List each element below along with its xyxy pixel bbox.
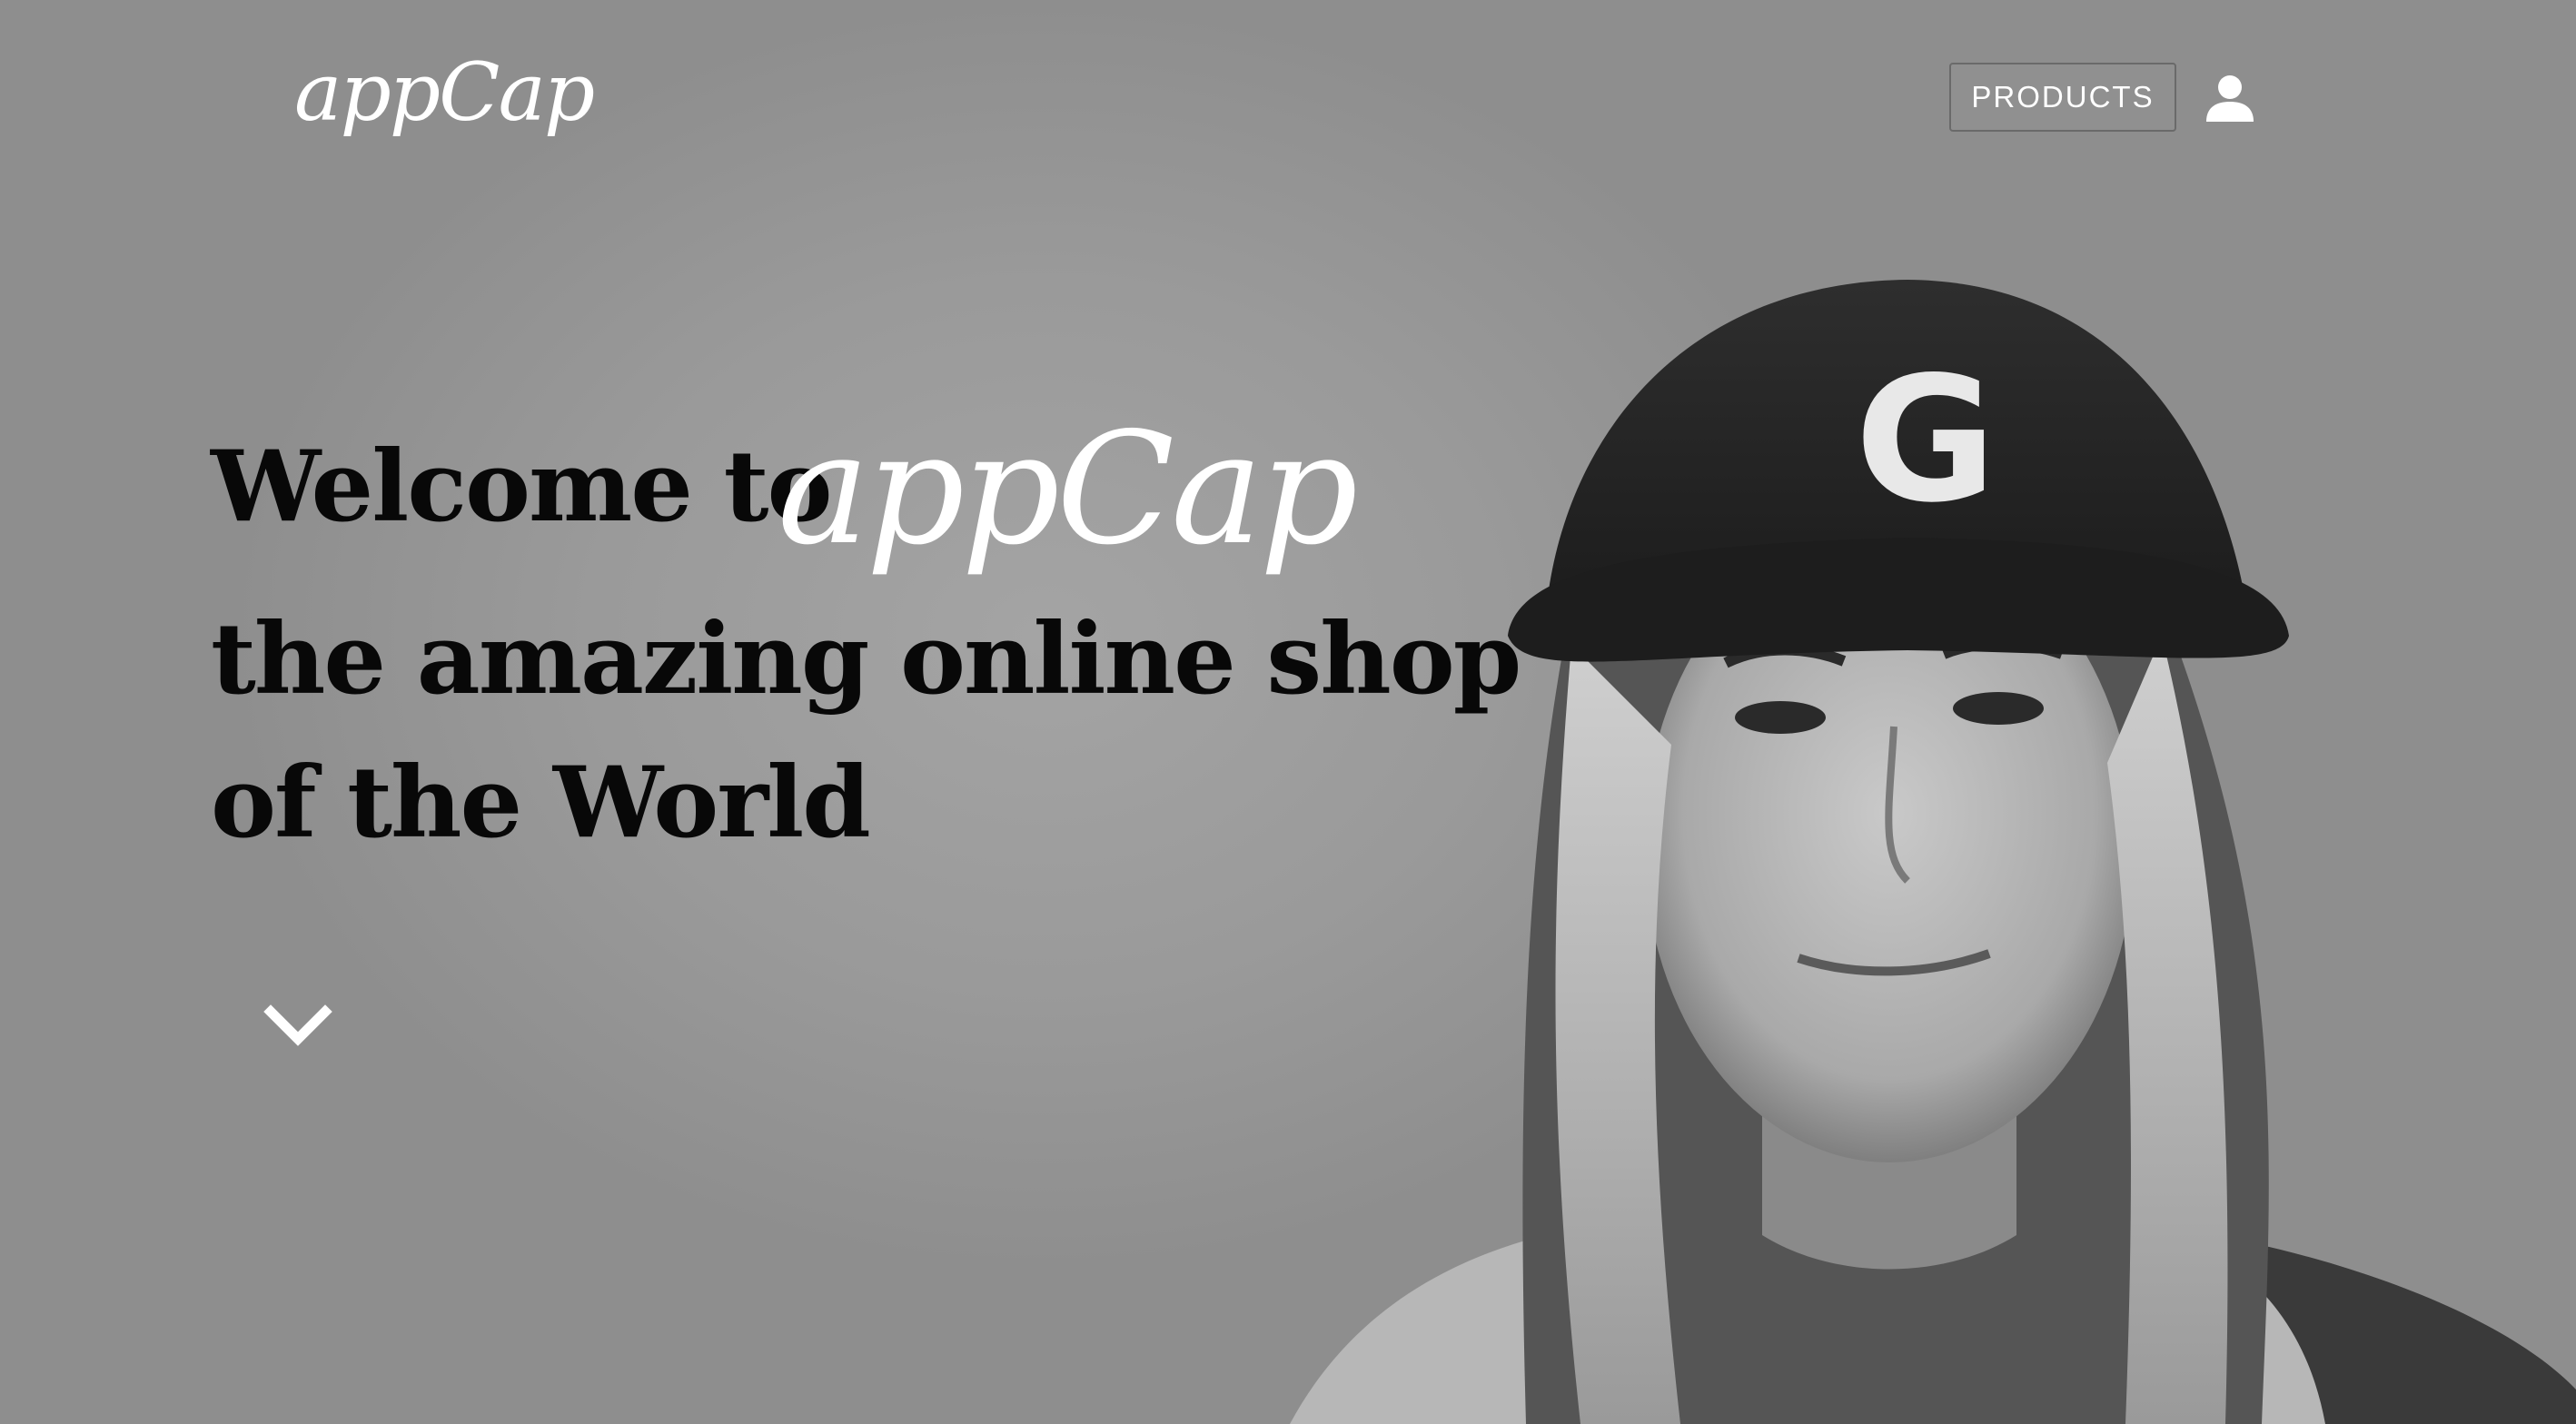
user-icon[interactable]	[2204, 73, 2256, 124]
cap-letter: G	[1855, 340, 1996, 540]
logo[interactable]: appCap	[294, 53, 595, 133]
user-icon-graphic	[2206, 75, 2254, 122]
hero-portrait-image: G	[1290, 280, 2576, 1424]
products-button[interactable]: PRODUCTS	[1949, 63, 2176, 132]
chevron-down-icon-graphic	[263, 1004, 332, 1046]
chevron-down-icon[interactable]	[263, 1004, 332, 1050]
products-button-label: PRODUCTS	[1971, 80, 2155, 114]
hero-brand-script: appCap	[778, 400, 1358, 579]
hero-heading-line-3: of the World	[211, 746, 871, 860]
hero-heading-line-1: Welcome to	[211, 430, 833, 544]
hero-heading-line-2: the amazing online shop	[211, 602, 1521, 717]
